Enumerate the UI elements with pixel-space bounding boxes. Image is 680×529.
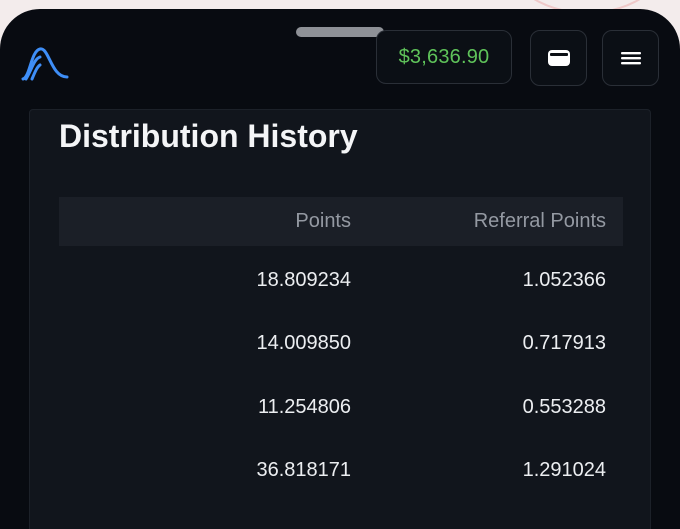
- cell-points: 14.009850: [256, 332, 351, 354]
- table-row: 36.818171 1.291024: [59, 450, 623, 490]
- cell-points: 18.809234: [256, 269, 351, 291]
- cell-points: 11.254806: [257, 396, 351, 418]
- hamburger-menu-icon: [620, 52, 641, 65]
- balance-button[interactable]: $3,636.90: [376, 30, 512, 84]
- app-screen: $3,636.90 Distribution History Points Re…: [0, 9, 680, 529]
- wallet-icon: [547, 50, 570, 66]
- table-row: 11.254806 0.553288: [59, 387, 623, 427]
- menu-button[interactable]: [602, 30, 659, 86]
- section-title: Distribution History: [59, 118, 358, 154]
- balance-amount: $3,636.90: [398, 45, 490, 68]
- table-row: 14.009850 0.717913: [59, 323, 623, 363]
- cell-points: 36.818171: [256, 459, 351, 481]
- table-header: Points Referral Points: [59, 197, 623, 246]
- column-header-points: Points: [295, 210, 351, 232]
- drag-handle[interactable]: [296, 27, 384, 37]
- table-row: 18.809234 1.052366: [59, 260, 623, 300]
- cell-referral-points: 0.553288: [522, 396, 606, 418]
- brand-logo[interactable]: [20, 41, 70, 83]
- wallet-button[interactable]: [530, 30, 587, 86]
- cell-referral-points: 0.717913: [522, 332, 606, 354]
- distribution-history-card: Distribution History Points Referral Poi…: [29, 109, 651, 529]
- column-header-referral-points: Referral Points: [473, 210, 606, 232]
- cell-referral-points: 1.291024: [522, 459, 606, 481]
- cell-referral-points: 1.052366: [522, 269, 606, 291]
